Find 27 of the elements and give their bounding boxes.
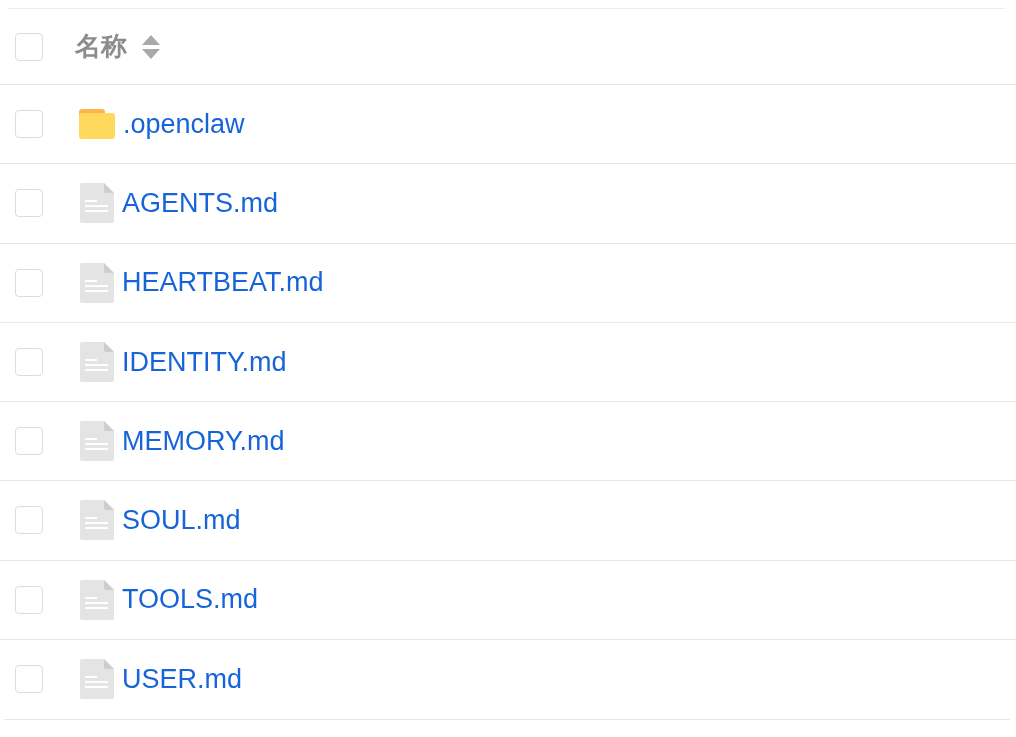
document-icon: [80, 183, 114, 224]
checkbox[interactable]: [15, 506, 43, 535]
file-name-link[interactable]: TOOLS.md: [122, 583, 259, 616]
checkbox[interactable]: [15, 110, 43, 139]
name-column-header[interactable]: 名称: [75, 29, 127, 64]
document-icon: [80, 262, 114, 303]
file-name-link[interactable]: MEMORY.md: [122, 424, 285, 458]
checkbox[interactable]: [15, 268, 43, 297]
checkbox[interactable]: [15, 32, 43, 61]
checkbox[interactable]: [15, 427, 43, 456]
folder-icon: [79, 109, 115, 140]
file-name-link[interactable]: AGENTS.md: [122, 187, 279, 220]
document-icon: [80, 579, 114, 620]
folder-name-link[interactable]: .openclaw: [123, 107, 245, 141]
checkbox[interactable]: [15, 189, 43, 218]
document-icon: [80, 659, 114, 700]
file-name-link[interactable]: HEARTBEAT.md: [122, 266, 324, 299]
checkbox[interactable]: [15, 585, 43, 614]
document-icon: [80, 500, 114, 541]
document-icon: [80, 421, 114, 462]
file-name-link[interactable]: SOUL.md: [122, 504, 241, 537]
sort-icon[interactable]: [142, 34, 160, 59]
checkbox[interactable]: [15, 665, 43, 694]
checkbox[interactable]: [15, 347, 43, 376]
document-icon: [80, 341, 114, 382]
file-name-link[interactable]: USER.md: [122, 663, 243, 696]
file-name-link[interactable]: IDENTITY.md: [122, 345, 287, 379]
